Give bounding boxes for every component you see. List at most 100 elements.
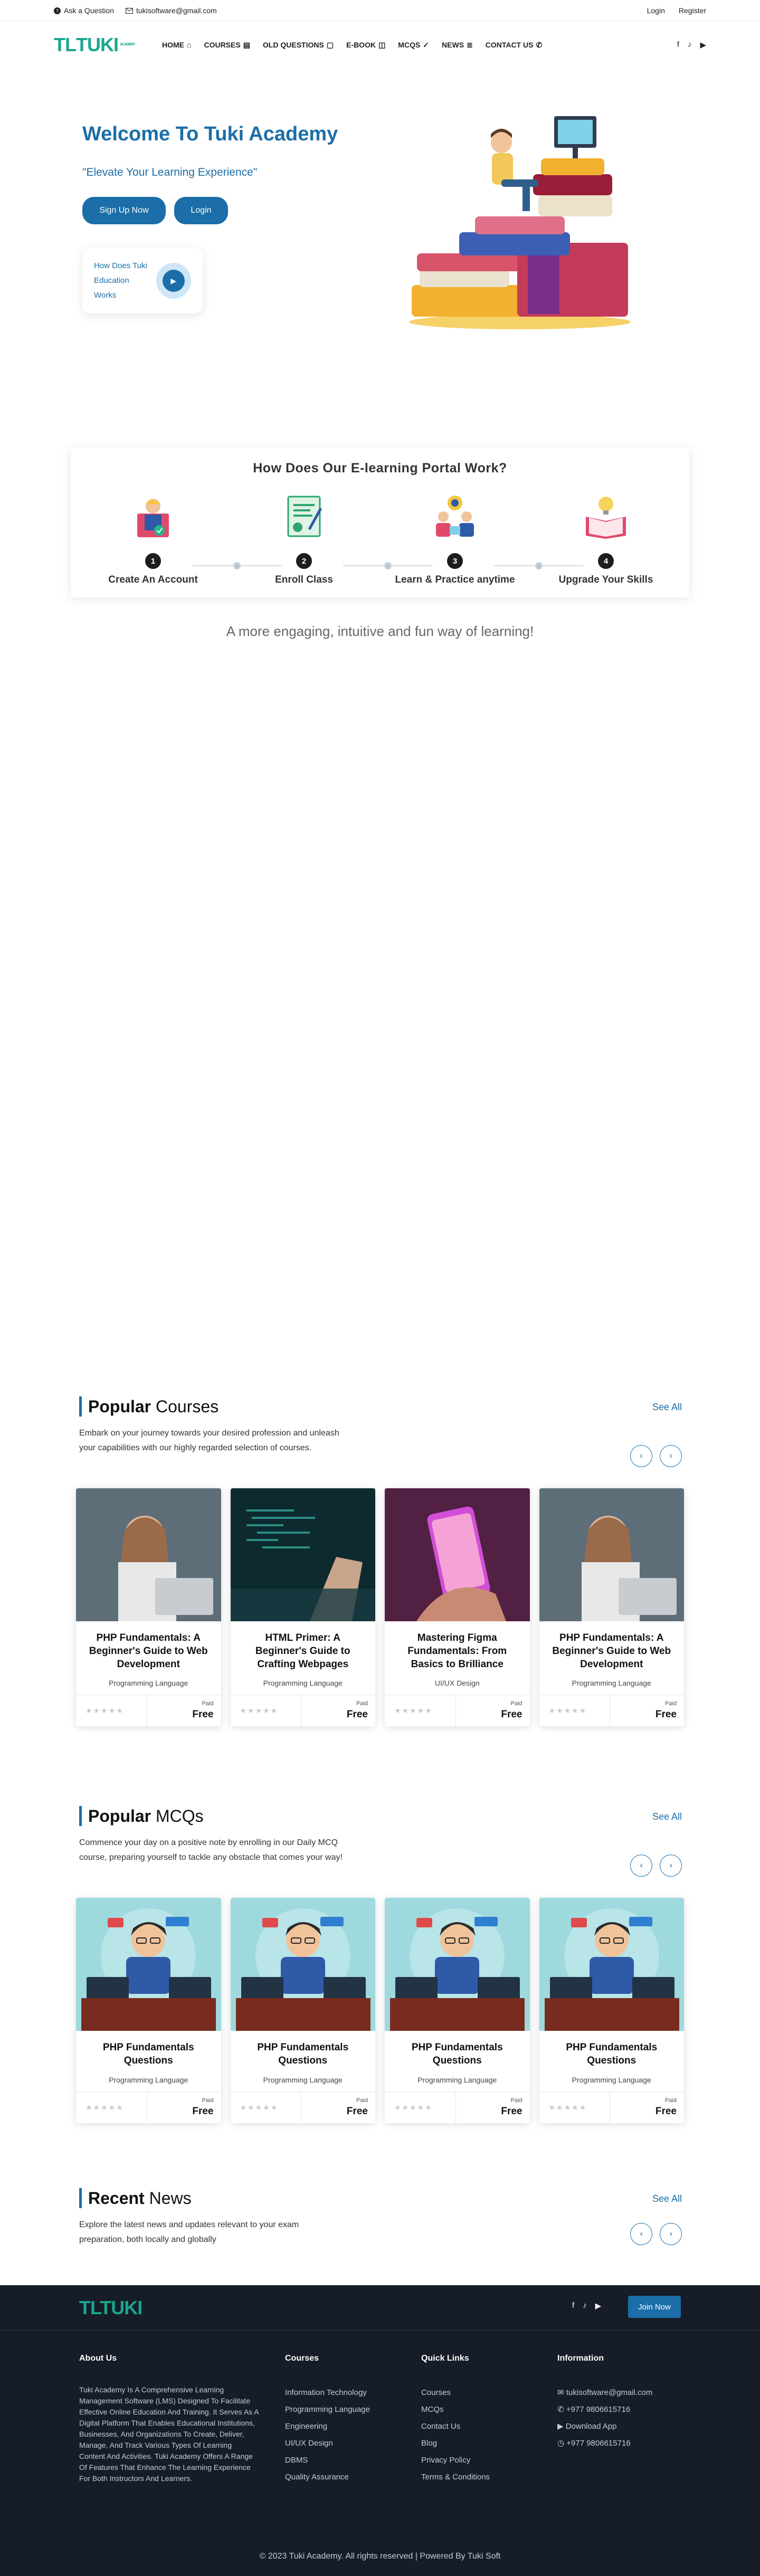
section-accent-bar [79,2188,82,2208]
nav-item-label: CONTACT US [485,41,534,49]
join-now-button[interactable]: Join Now [628,2296,681,2318]
mcq-title: PHP Fundamentals Questions [102,2042,194,2066]
mcq-title: PHP Fundamentals Questions [411,2042,503,2066]
footer-course-link[interactable]: UI/UX Design [285,2435,370,2452]
footer-course-link[interactable]: Engineering [285,2418,370,2435]
footer-course-link[interactable]: DBMS [285,2452,370,2469]
section-title-bold: Popular [88,1806,151,1826]
email-label: tukisoftware@gmail.com [136,6,217,15]
play-button[interactable]: ▶ [156,263,191,299]
footer-phone[interactable]: ✆ +977 9806615716 [557,2401,652,2418]
course-card[interactable]: PHP Fundamentals: A Beginner's Guide to … [539,1488,684,1726]
book-lightbulb-icon [586,497,626,539]
phone-icon: ✆ [536,40,543,49]
section-title-bold: Recent [88,2188,145,2208]
mcq-title: PHP Fundamentals Questions [257,2042,349,2066]
courses-see-all-link[interactable]: See All [652,1402,682,1413]
footer-download-text: Download App [565,2422,617,2431]
social-links: f ♪ ▶ [677,40,706,50]
nav-item-label: OLD QUESTIONS [262,41,324,49]
next-arrow-button[interactable]: › [660,2223,682,2245]
footer-logo[interactable]: TLTUKI [79,2297,142,2319]
price-value: Free [346,1709,368,1720]
section-title: Popular MCQs [88,1807,204,1826]
price-value: Free [501,1709,522,1720]
footer-logo-mark: TL [79,2297,100,2318]
nav-item-courses[interactable]: COURSES ▤ [204,41,250,50]
mcq-thumbnail [230,1898,375,2031]
prev-arrow-button[interactable]: ‹ [630,1855,652,1877]
step-upgrade-skills: 4 Upgrade Your Skills [543,492,669,586]
prev-arrow-button[interactable]: ‹ [630,2223,652,2245]
youtube-icon[interactable]: ▶ [700,40,706,50]
nav-item-contact[interactable]: CONTACT US ✆ [486,41,542,50]
footer-quick-link[interactable]: MCQs [421,2401,490,2418]
logo-mark: TL [54,34,77,55]
logo[interactable]: TL TUKI ACADEMY [54,34,141,56]
footer-quick-link[interactable]: Courses [421,2384,490,2401]
phone-icon: ✆ [557,2405,566,2414]
email-link[interactable]: tukisoftware@gmail.com [125,6,217,15]
next-arrow-button[interactable]: › [660,1855,682,1877]
mcq-card[interactable]: PHP Fundamentals Questions Programming L… [539,1898,684,2123]
footer-social-links: f ♪ ▶ [572,2301,601,2311]
book-icon: ▤ [243,40,250,49]
nav-item-news[interactable]: NEWS ≣ [442,41,473,50]
price-paid-label: Paid [202,2097,214,2104]
course-category: Programming Language [109,1679,188,1687]
prev-arrow-button[interactable]: ‹ [630,1445,652,1467]
courses-carousel: PHP Fundamentals: A Beginner's Guide to … [76,1488,684,1726]
login-link[interactable]: Login [647,6,665,15]
footer-download-app[interactable]: ▶ Download App [557,2418,652,2435]
price-paid-label: Paid [356,1700,368,1707]
mcq-category: Programming Language [417,2076,497,2084]
footer-whatsapp[interactable]: ◷ +977 9806615716 [557,2435,652,2452]
tiktok-icon[interactable]: ♪ [688,40,692,50]
mcqs-see-all-link[interactable]: See All [652,1811,682,1822]
step-connector-dot: › [535,562,543,569]
how-it-works-card: How Does Our E-learning Portal Work? › ›… [71,448,689,597]
rating-stars: ★★★★★ [385,1695,456,1726]
video-card[interactable]: How Does Tuki Education Works ▶ [82,248,203,313]
course-category: Programming Language [572,1679,651,1687]
facebook-icon[interactable]: f [677,40,679,50]
footer-quick-link[interactable]: Blog [421,2435,490,2452]
nav-item-old-questions[interactable]: OLD QUESTIONS ▢ [263,41,334,50]
register-link[interactable]: Register [679,6,706,15]
course-card[interactable]: PHP Fundamentals: A Beginner's Guide to … [76,1488,221,1726]
news-see-all-link[interactable]: See All [652,2193,682,2204]
next-arrow-button[interactable]: › [660,1445,682,1467]
whatsapp-icon: ◷ [557,2439,567,2448]
tiktok-icon[interactable]: ♪ [583,2301,587,2311]
mcq-card[interactable]: PHP Fundamentals Questions Programming L… [76,1898,221,2123]
price-paid-label: Paid [664,1700,677,1707]
footer-heading: Courses [285,2354,319,2363]
facebook-icon[interactable]: f [572,2301,574,2311]
course-card[interactable]: Mastering Figma Fundamentals: From Basic… [385,1488,530,1726]
footer-course-link[interactable]: Information Technology [285,2384,370,2401]
footer-email[interactable]: ✉ tukisoftware@gmail.com [557,2384,652,2401]
nav-item-home[interactable]: HOME ⌂ [162,41,191,50]
mcq-category: Programming Language [263,2076,343,2084]
footer-quick-link[interactable]: Contact Us [421,2418,490,2435]
hero-login-button[interactable]: Login [174,197,228,224]
mcq-card[interactable]: PHP Fundamentals Questions Programming L… [230,1898,375,2123]
course-title: HTML Primer: A Beginner's Guide to Craft… [255,1632,350,1670]
footer-course-link[interactable]: Quality Assurance [285,2469,370,2486]
nav-item-mcqs[interactable]: MCQS ✓ [398,41,429,50]
mcq-card[interactable]: PHP Fundamentals Questions Programming L… [385,1898,530,2123]
step-connector-dot: › [233,562,241,569]
nav-item-label: MCQS [398,41,421,49]
course-title: PHP Fundamentals: A Beginner's Guide to … [552,1632,671,1670]
price-paid-label: Paid [510,2097,522,2104]
footer-quick-link[interactable]: Terms & Conditions [421,2469,490,2486]
video-card-text: How Does Tuki Education Works [94,261,147,300]
footer-quick-link[interactable]: Privacy Policy [421,2452,490,2469]
ask-question-link[interactable]: ? Ask a Question [54,6,114,15]
youtube-icon[interactable]: ▶ [595,2301,602,2311]
signup-button[interactable]: Sign Up Now [82,197,166,224]
nav-item-ebook[interactable]: E-BOOK ◫ [346,41,385,50]
footer-course-link[interactable]: Programming Language [285,2401,370,2418]
course-card[interactable]: HTML Primer: A Beginner's Guide to Craft… [230,1488,375,1726]
svg-text:?: ? [56,8,59,13]
